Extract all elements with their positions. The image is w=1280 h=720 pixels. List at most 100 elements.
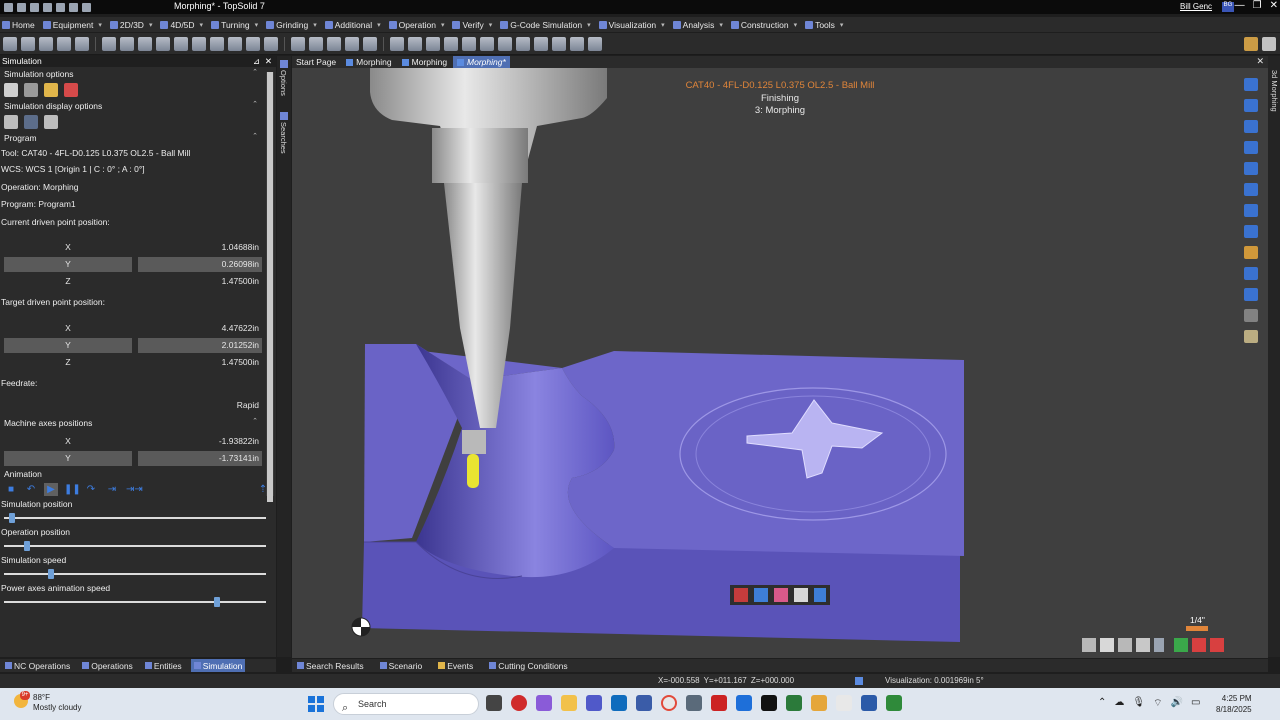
points-icon[interactable]	[24, 115, 38, 129]
slider-thumb[interactable]	[213, 597, 220, 607]
topsolid-active-icon[interactable]	[836, 695, 852, 711]
menu-analysis[interactable]: Analysis ▾	[672, 20, 723, 30]
user-name[interactable]: Bill Genc	[1180, 2, 1212, 11]
toolpath-icon[interactable]	[4, 115, 18, 129]
fast-forward-button[interactable]: ⇥⇥	[126, 483, 143, 496]
tab-morphing-1[interactable]: Morphing	[342, 56, 395, 68]
new-icon[interactable]	[17, 2, 26, 12]
section-program[interactable]: Program ⌃	[0, 131, 276, 145]
menu-construction[interactable]: Construction ▾	[730, 20, 797, 30]
slider-thumb[interactable]	[9, 513, 16, 523]
toolbar-icon[interactable]	[3, 36, 17, 51]
panel-scrollbar[interactable]	[266, 72, 274, 502]
toolbar-icon[interactable]	[57, 36, 71, 51]
tool-icon[interactable]	[24, 83, 38, 97]
menu-equipment[interactable]: Equipment ▾	[42, 20, 102, 30]
toolbar-icon[interactable]	[192, 36, 206, 51]
menu-verify[interactable]: Verify ▾	[452, 20, 492, 30]
tab-scenario[interactable]: Scenario	[377, 659, 426, 672]
toolbar-icon[interactable]	[309, 36, 323, 51]
toolbar-icon[interactable]	[264, 36, 278, 51]
close-button[interactable]: ✕	[1270, 0, 1278, 11]
menu-2d3d[interactable]: 2D/3D ▾	[109, 20, 152, 30]
toolbar-icon[interactable]	[138, 36, 152, 51]
toolbar-icon[interactable]	[327, 36, 341, 51]
step-forward-button[interactable]: ⇥	[104, 483, 120, 496]
toolbar-icon[interactable]	[345, 36, 359, 51]
layout-icon[interactable]	[1262, 37, 1276, 51]
minimize-button[interactable]: —	[1235, 0, 1245, 11]
zoom-window-icon[interactable]	[1244, 183, 1258, 196]
layers-icon[interactable]	[1244, 267, 1258, 280]
teams-icon[interactable]	[586, 695, 602, 711]
app-icon[interactable]	[886, 695, 902, 711]
tab-operations[interactable]: Operations	[79, 659, 136, 672]
chevron-up-icon[interactable]: ⌃	[252, 68, 258, 76]
slider-thumb[interactable]	[47, 569, 54, 579]
tab-morphing-2[interactable]: Morphing	[398, 56, 451, 68]
slider-thumb[interactable]	[24, 541, 31, 551]
close-document-icon[interactable]: ✕	[1256, 56, 1264, 67]
tab-entities[interactable]: Entities	[142, 659, 185, 672]
toolbar-icon[interactable]	[498, 36, 512, 51]
open-icon[interactable]	[30, 2, 39, 12]
tab-cutting-conditions[interactable]: Cutting Conditions	[486, 659, 570, 672]
toolbar-icon[interactable]	[390, 36, 404, 51]
chevron-up-icon[interactable]: ⌃	[252, 417, 258, 425]
menu-visualization[interactable]: Visualization ▾	[598, 20, 665, 30]
save-icon[interactable]	[43, 2, 52, 12]
toolbar-icon[interactable]	[291, 36, 305, 51]
power-axes-slider[interactable]	[0, 594, 276, 610]
scrollbar-thumb[interactable]	[267, 72, 273, 502]
sim-position-slider[interactable]	[0, 510, 276, 526]
outlook-icon[interactable]	[611, 695, 627, 711]
rewind-button[interactable]: ↶	[24, 483, 38, 496]
gray-icon[interactable]	[1244, 309, 1258, 322]
rotate-icon[interactable]	[1244, 141, 1258, 154]
op-position-slider[interactable]	[0, 538, 276, 554]
taskbar-search[interactable]: ⌕ Search	[333, 693, 479, 715]
window-icon[interactable]	[1244, 162, 1258, 175]
toolbar-icon[interactable]	[156, 36, 170, 51]
stock-icon[interactable]	[4, 83, 18, 97]
morphing-panel-tab[interactable]: 3d Morphing	[1270, 70, 1279, 112]
calculator-icon[interactable]	[686, 695, 702, 711]
file-explorer-icon[interactable]	[561, 695, 577, 711]
searches-tab[interactable]: Searches	[279, 122, 288, 154]
toolbar-icon[interactable]	[120, 36, 134, 51]
toolbar-icon[interactable]	[39, 36, 53, 51]
word-icon[interactable]	[861, 695, 877, 711]
weather-widget[interactable]: 88°F Mostly cloudy	[33, 693, 81, 713]
shading-icon[interactable]	[1244, 225, 1258, 238]
tab-events[interactable]: Events	[435, 659, 476, 672]
microphone-icon[interactable]: 🎙	[1132, 697, 1145, 710]
clock[interactable]: 4:25 PM 8/18/2025	[1216, 693, 1252, 715]
options-tab[interactable]: Options	[279, 70, 288, 96]
tab-start-page[interactable]: Start Page	[292, 56, 340, 68]
render-icon[interactable]	[1244, 246, 1258, 259]
machine-icon[interactable]	[44, 83, 58, 97]
chevron-up-icon[interactable]: ⌃	[1098, 697, 1106, 710]
redo-icon[interactable]	[69, 2, 78, 12]
toolbar-icon[interactable]	[516, 36, 530, 51]
toolbar-icon[interactable]	[21, 36, 35, 51]
section-simulation-options[interactable]: Simulation options ⌃	[0, 67, 276, 81]
tab-morphing-active[interactable]: Morphing*	[453, 56, 510, 68]
print-icon[interactable]	[82, 2, 91, 12]
pin-icon[interactable]: ⊿	[253, 56, 260, 67]
menu-additional[interactable]: Additional ▾	[324, 20, 381, 30]
section-display-options[interactable]: Simulation display options ⌃	[0, 99, 276, 113]
menu-turning[interactable]: Turning ▾	[211, 20, 258, 30]
toolbar-icon[interactable]	[363, 36, 377, 51]
zoom-icon[interactable]	[1244, 204, 1258, 217]
menu-tools[interactable]: Tools ▾	[805, 20, 843, 30]
menu-home[interactable]: Home	[2, 20, 35, 30]
toolbar-icon[interactable]	[102, 36, 116, 51]
section-icon[interactable]	[1244, 288, 1258, 301]
copilot-icon[interactable]	[536, 695, 552, 711]
close-icon[interactable]: ✕	[265, 56, 272, 67]
sim-speed-slider[interactable]	[0, 566, 276, 582]
tab-nc-operations[interactable]: NC Operations	[2, 659, 73, 672]
toolbar-icon[interactable]	[426, 36, 440, 51]
holder-icon[interactable]	[44, 115, 58, 129]
